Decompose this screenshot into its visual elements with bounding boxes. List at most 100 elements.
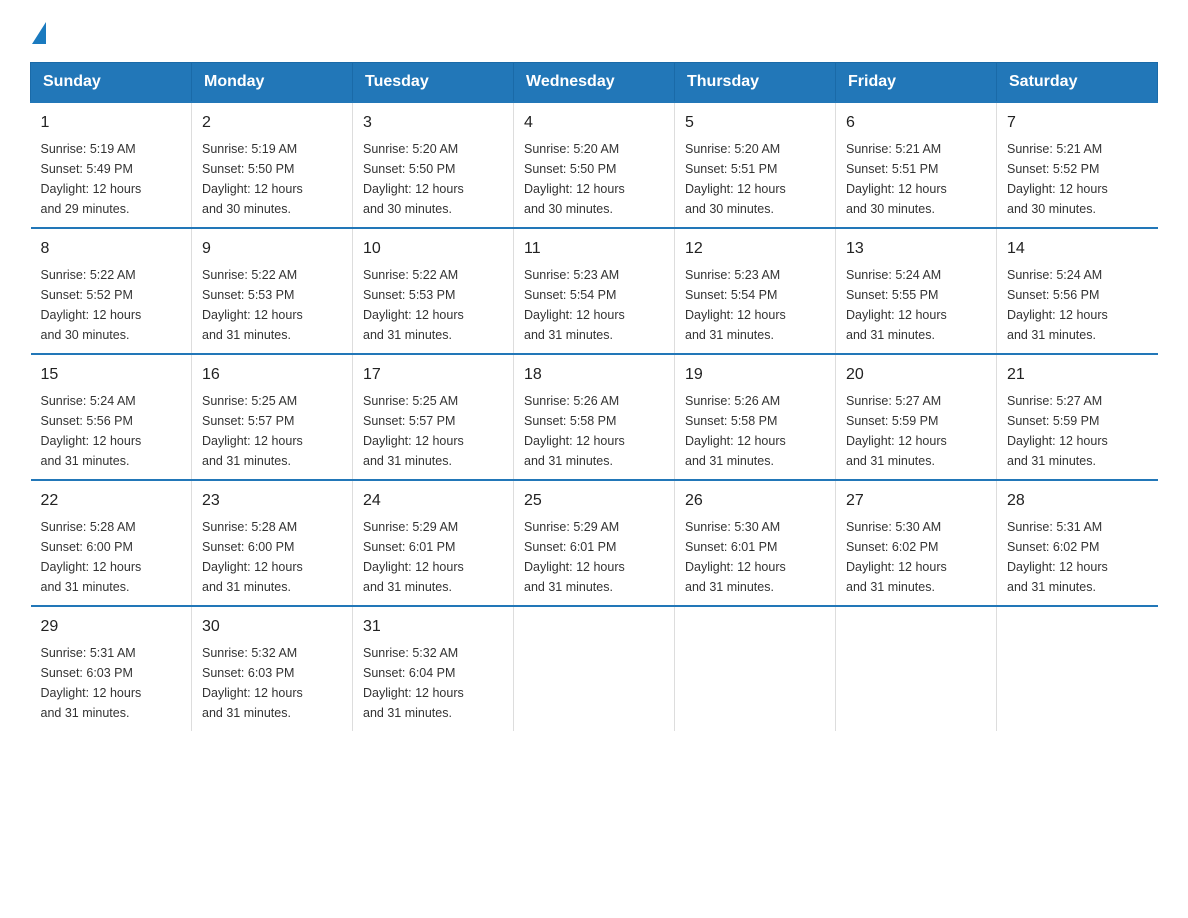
day-number: 11 (524, 237, 664, 261)
day-info: Sunrise: 5:24 AM Sunset: 5:55 PM Dayligh… (846, 265, 986, 345)
day-info: Sunrise: 5:22 AM Sunset: 5:53 PM Dayligh… (202, 265, 342, 345)
day-number: 7 (1007, 111, 1148, 135)
day-number: 19 (685, 363, 825, 387)
day-info: Sunrise: 5:24 AM Sunset: 5:56 PM Dayligh… (41, 391, 182, 471)
day-info: Sunrise: 5:25 AM Sunset: 5:57 PM Dayligh… (202, 391, 342, 471)
header-friday: Friday (836, 63, 997, 103)
day-info: Sunrise: 5:23 AM Sunset: 5:54 PM Dayligh… (685, 265, 825, 345)
day-info: Sunrise: 5:27 AM Sunset: 5:59 PM Dayligh… (846, 391, 986, 471)
day-info: Sunrise: 5:32 AM Sunset: 6:03 PM Dayligh… (202, 643, 342, 723)
day-number: 2 (202, 111, 342, 135)
day-number: 4 (524, 111, 664, 135)
day-number: 25 (524, 489, 664, 513)
day-info: Sunrise: 5:30 AM Sunset: 6:01 PM Dayligh… (685, 517, 825, 597)
calendar-cell: 8 Sunrise: 5:22 AM Sunset: 5:52 PM Dayli… (31, 228, 192, 354)
calendar-cell: 31 Sunrise: 5:32 AM Sunset: 6:04 PM Dayl… (353, 606, 514, 731)
calendar-week-row: 15 Sunrise: 5:24 AM Sunset: 5:56 PM Dayl… (31, 354, 1158, 480)
day-info: Sunrise: 5:20 AM Sunset: 5:51 PM Dayligh… (685, 139, 825, 219)
day-number: 29 (41, 615, 182, 639)
calendar-cell: 2 Sunrise: 5:19 AM Sunset: 5:50 PM Dayli… (192, 102, 353, 228)
day-info: Sunrise: 5:32 AM Sunset: 6:04 PM Dayligh… (363, 643, 503, 723)
header-sunday: Sunday (31, 63, 192, 103)
logo-triangle-icon (32, 22, 46, 44)
calendar-cell: 26 Sunrise: 5:30 AM Sunset: 6:01 PM Dayl… (675, 480, 836, 606)
calendar-cell: 23 Sunrise: 5:28 AM Sunset: 6:00 PM Dayl… (192, 480, 353, 606)
day-info: Sunrise: 5:26 AM Sunset: 5:58 PM Dayligh… (685, 391, 825, 471)
day-number: 31 (363, 615, 503, 639)
day-number: 22 (41, 489, 182, 513)
day-number: 6 (846, 111, 986, 135)
day-info: Sunrise: 5:22 AM Sunset: 5:52 PM Dayligh… (41, 265, 182, 345)
calendar-cell (836, 606, 997, 731)
day-info: Sunrise: 5:27 AM Sunset: 5:59 PM Dayligh… (1007, 391, 1148, 471)
day-number: 18 (524, 363, 664, 387)
day-number: 26 (685, 489, 825, 513)
day-number: 9 (202, 237, 342, 261)
calendar-cell: 13 Sunrise: 5:24 AM Sunset: 5:55 PM Dayl… (836, 228, 997, 354)
calendar-cell: 18 Sunrise: 5:26 AM Sunset: 5:58 PM Dayl… (514, 354, 675, 480)
calendar-cell: 16 Sunrise: 5:25 AM Sunset: 5:57 PM Dayl… (192, 354, 353, 480)
calendar-header-row: SundayMondayTuesdayWednesdayThursdayFrid… (31, 63, 1158, 103)
calendar-header: SundayMondayTuesdayWednesdayThursdayFrid… (31, 63, 1158, 103)
calendar-cell: 19 Sunrise: 5:26 AM Sunset: 5:58 PM Dayl… (675, 354, 836, 480)
calendar-cell (514, 606, 675, 731)
calendar-week-row: 1 Sunrise: 5:19 AM Sunset: 5:49 PM Dayli… (31, 102, 1158, 228)
calendar-body: 1 Sunrise: 5:19 AM Sunset: 5:49 PM Dayli… (31, 102, 1158, 731)
calendar-cell: 20 Sunrise: 5:27 AM Sunset: 5:59 PM Dayl… (836, 354, 997, 480)
day-info: Sunrise: 5:28 AM Sunset: 6:00 PM Dayligh… (202, 517, 342, 597)
day-number: 28 (1007, 489, 1148, 513)
calendar-cell: 4 Sunrise: 5:20 AM Sunset: 5:50 PM Dayli… (514, 102, 675, 228)
header-monday: Monday (192, 63, 353, 103)
header-tuesday: Tuesday (353, 63, 514, 103)
day-number: 12 (685, 237, 825, 261)
calendar-cell: 17 Sunrise: 5:25 AM Sunset: 5:57 PM Dayl… (353, 354, 514, 480)
day-info: Sunrise: 5:26 AM Sunset: 5:58 PM Dayligh… (524, 391, 664, 471)
day-number: 24 (363, 489, 503, 513)
calendar-cell: 24 Sunrise: 5:29 AM Sunset: 6:01 PM Dayl… (353, 480, 514, 606)
calendar-cell: 11 Sunrise: 5:23 AM Sunset: 5:54 PM Dayl… (514, 228, 675, 354)
logo (30, 20, 46, 42)
day-number: 13 (846, 237, 986, 261)
calendar-cell: 30 Sunrise: 5:32 AM Sunset: 6:03 PM Dayl… (192, 606, 353, 731)
calendar-week-row: 29 Sunrise: 5:31 AM Sunset: 6:03 PM Dayl… (31, 606, 1158, 731)
day-info: Sunrise: 5:20 AM Sunset: 5:50 PM Dayligh… (524, 139, 664, 219)
calendar-cell: 25 Sunrise: 5:29 AM Sunset: 6:01 PM Dayl… (514, 480, 675, 606)
day-info: Sunrise: 5:21 AM Sunset: 5:52 PM Dayligh… (1007, 139, 1148, 219)
day-number: 3 (363, 111, 503, 135)
calendar-cell: 29 Sunrise: 5:31 AM Sunset: 6:03 PM Dayl… (31, 606, 192, 731)
day-info: Sunrise: 5:19 AM Sunset: 5:49 PM Dayligh… (41, 139, 182, 219)
calendar-cell (997, 606, 1158, 731)
day-number: 1 (41, 111, 182, 135)
calendar-cell: 27 Sunrise: 5:30 AM Sunset: 6:02 PM Dayl… (836, 480, 997, 606)
calendar-cell: 14 Sunrise: 5:24 AM Sunset: 5:56 PM Dayl… (997, 228, 1158, 354)
day-number: 14 (1007, 237, 1148, 261)
day-info: Sunrise: 5:24 AM Sunset: 5:56 PM Dayligh… (1007, 265, 1148, 345)
calendar-week-row: 8 Sunrise: 5:22 AM Sunset: 5:52 PM Dayli… (31, 228, 1158, 354)
day-number: 17 (363, 363, 503, 387)
calendar-cell: 5 Sunrise: 5:20 AM Sunset: 5:51 PM Dayli… (675, 102, 836, 228)
day-number: 20 (846, 363, 986, 387)
day-number: 5 (685, 111, 825, 135)
day-info: Sunrise: 5:20 AM Sunset: 5:50 PM Dayligh… (363, 139, 503, 219)
calendar-cell: 15 Sunrise: 5:24 AM Sunset: 5:56 PM Dayl… (31, 354, 192, 480)
calendar-cell: 28 Sunrise: 5:31 AM Sunset: 6:02 PM Dayl… (997, 480, 1158, 606)
calendar-cell: 1 Sunrise: 5:19 AM Sunset: 5:49 PM Dayli… (31, 102, 192, 228)
day-info: Sunrise: 5:19 AM Sunset: 5:50 PM Dayligh… (202, 139, 342, 219)
header-wednesday: Wednesday (514, 63, 675, 103)
calendar-cell: 6 Sunrise: 5:21 AM Sunset: 5:51 PM Dayli… (836, 102, 997, 228)
calendar-cell: 9 Sunrise: 5:22 AM Sunset: 5:53 PM Dayli… (192, 228, 353, 354)
calendar-cell: 21 Sunrise: 5:27 AM Sunset: 5:59 PM Dayl… (997, 354, 1158, 480)
calendar-table: SundayMondayTuesdayWednesdayThursdayFrid… (30, 62, 1158, 731)
day-number: 16 (202, 363, 342, 387)
day-number: 15 (41, 363, 182, 387)
page-header (30, 20, 1158, 42)
day-number: 10 (363, 237, 503, 261)
day-number: 8 (41, 237, 182, 261)
day-number: 27 (846, 489, 986, 513)
calendar-cell: 10 Sunrise: 5:22 AM Sunset: 5:53 PM Dayl… (353, 228, 514, 354)
day-number: 23 (202, 489, 342, 513)
day-info: Sunrise: 5:30 AM Sunset: 6:02 PM Dayligh… (846, 517, 986, 597)
day-info: Sunrise: 5:28 AM Sunset: 6:00 PM Dayligh… (41, 517, 182, 597)
day-info: Sunrise: 5:31 AM Sunset: 6:03 PM Dayligh… (41, 643, 182, 723)
day-info: Sunrise: 5:31 AM Sunset: 6:02 PM Dayligh… (1007, 517, 1148, 597)
